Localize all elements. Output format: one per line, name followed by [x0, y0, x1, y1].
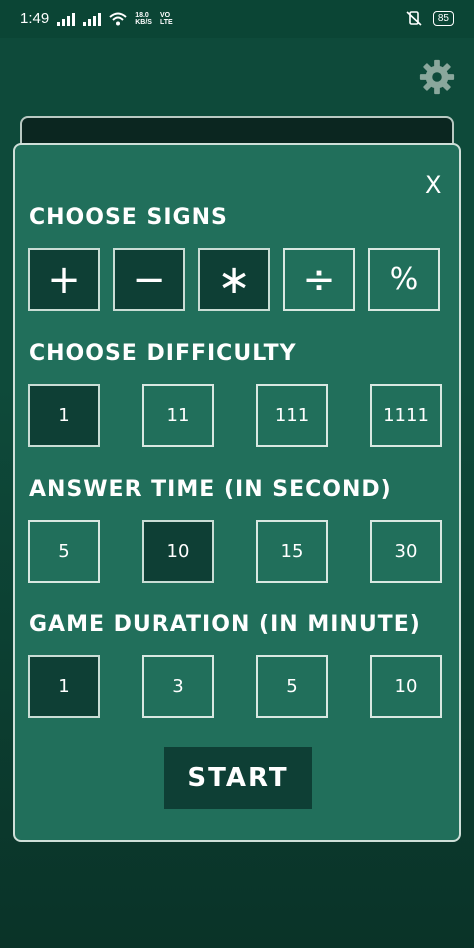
game-duration-title: GAME DURATION (IN MINUTE)	[29, 612, 421, 637]
settings-dialog: X CHOOSE SIGNS + − ∗ ÷ % CHOOSE DIFFICUL…	[13, 143, 461, 842]
difficulty-option[interactable]: 1	[28, 384, 100, 447]
signs-title: CHOOSE SIGNS	[29, 205, 228, 230]
game-duration-option[interactable]: 3	[142, 655, 214, 718]
wifi-icon	[109, 12, 127, 25]
network-speed: 18.0 KB/S	[135, 11, 152, 26]
game-duration-option[interactable]: 5	[256, 655, 328, 718]
status-bar: 1:49 18.0 KB/S VO LTE 85	[0, 0, 474, 38]
sign-minus-button[interactable]: −	[113, 248, 185, 311]
answer-time-option[interactable]: 30	[370, 520, 442, 583]
answer-time-option[interactable]: 5	[28, 520, 100, 583]
difficulty-option[interactable]: 11	[142, 384, 214, 447]
sign-multiply-button[interactable]: ∗	[198, 248, 270, 311]
vibrate-mute-icon	[406, 11, 422, 26]
game-duration-option[interactable]: 1	[28, 655, 100, 718]
network-type: VO LTE	[159, 11, 173, 26]
gear-icon[interactable]	[418, 58, 456, 96]
battery-indicator: 85	[432, 10, 454, 26]
signal-icon	[57, 12, 76, 26]
start-button[interactable]: START	[164, 747, 312, 809]
close-button[interactable]: X	[425, 171, 441, 199]
difficulty-title: CHOOSE DIFFICULTY	[29, 341, 297, 366]
game-duration-option[interactable]: 10	[370, 655, 442, 718]
sign-percent-button[interactable]: %	[368, 248, 440, 311]
difficulty-row: 1 11 111 1111	[28, 384, 442, 447]
sign-divide-button[interactable]: ÷	[283, 248, 355, 311]
difficulty-option[interactable]: 111	[256, 384, 328, 447]
signs-row: + − ∗ ÷ %	[28, 248, 440, 311]
answer-time-option[interactable]: 10	[142, 520, 214, 583]
game-duration-row: 1 3 5 10	[28, 655, 442, 718]
signal-icon-2	[83, 12, 102, 26]
answer-time-option[interactable]: 15	[256, 520, 328, 583]
sign-plus-button[interactable]: +	[28, 248, 100, 311]
difficulty-option[interactable]: 1111	[370, 384, 442, 447]
answer-time-title: ANSWER TIME (IN SECOND)	[29, 477, 392, 502]
status-time: 1:49	[20, 10, 50, 27]
answer-time-row: 5 10 15 30	[28, 520, 442, 583]
